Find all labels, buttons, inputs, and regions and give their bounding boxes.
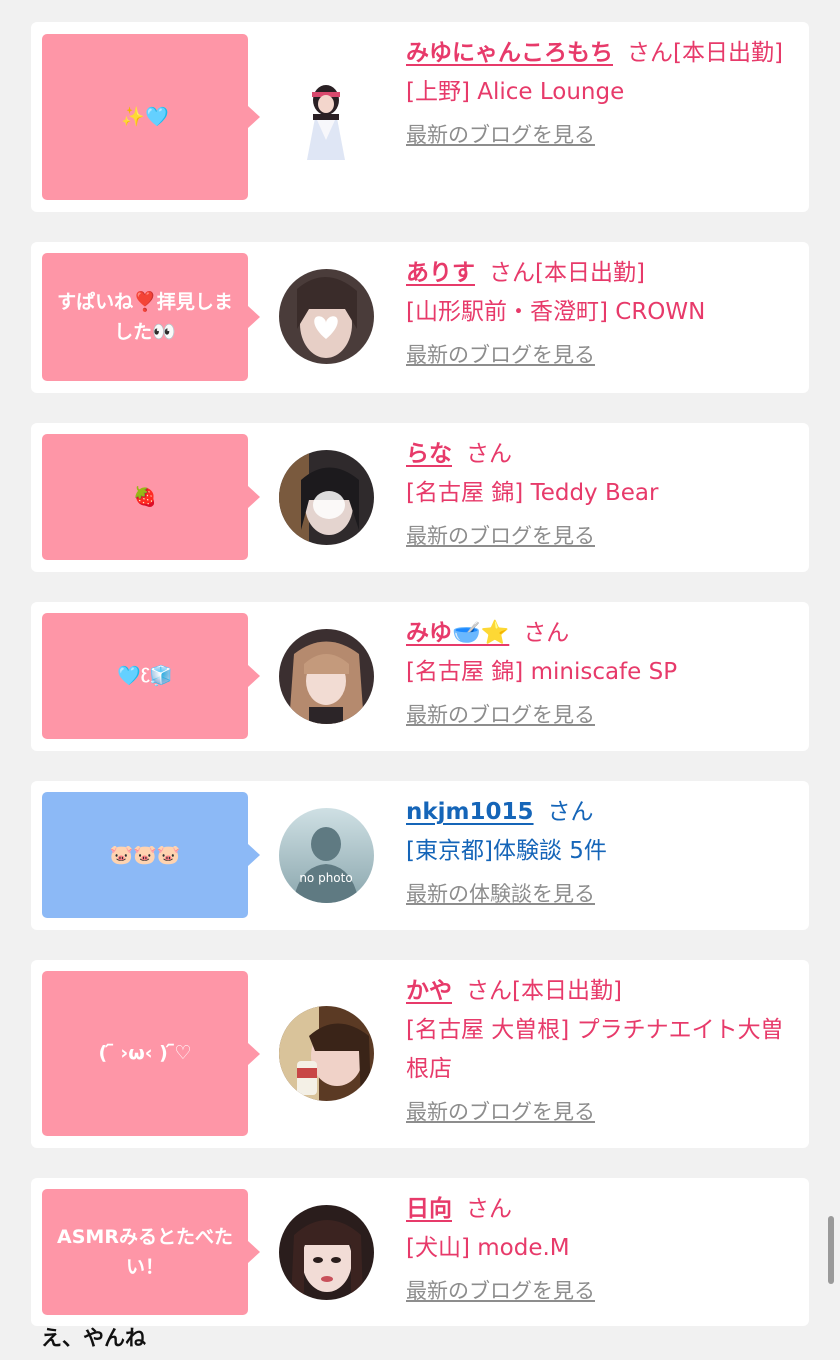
profile-info: nkjm1015 さん [東京都]体験談 5件 最新の体験談を見る: [406, 793, 791, 913]
message-bubble: ( ᷇ ›ω‹ ) ᷇♡: [42, 971, 260, 1136]
profile-name-link[interactable]: かや: [406, 978, 452, 1004]
honorific: さん: [489, 260, 535, 286]
profile-info: 日向 さん [犬山] mode.M 最新のブログを見る: [406, 1190, 791, 1310]
avatar[interactable]: [279, 1006, 374, 1101]
profile-name-link[interactable]: ありす: [406, 260, 475, 286]
avatar-image: [279, 70, 374, 165]
avatar-image: [279, 450, 374, 545]
honorific: さん: [627, 40, 673, 66]
message-bubble: ✨🩵: [42, 34, 260, 200]
message-text: 🍓: [133, 485, 157, 508]
list-item: ASMRみるとたべたい！ 日向 さん [犬山] mode.M 最新のブログを見る: [31, 1178, 809, 1326]
list-item: ( ᷇ ›ω‹ ) ᷇♡ かや さん[本日出勤] [名古屋 大曽根] プラチナエイ…: [31, 960, 809, 1148]
scrollbar[interactable]: [828, 1216, 834, 1284]
message-bubble: 🩵ᦷ🧊: [42, 613, 260, 739]
caption-text: え、やんね: [41, 1326, 146, 1350]
review-count-link[interactable]: [東京都]体験談 5件: [406, 832, 791, 871]
message-text: ASMRみるとたべたい！: [57, 1225, 233, 1278]
message-text: ( ᷇ ›ω‹ ) ᷇♡: [98, 1042, 192, 1065]
status-text: [本日出勤]: [673, 40, 783, 66]
see-latest-link[interactable]: 最新のブログを見る: [406, 1274, 791, 1310]
message-bubble: すぱいね❣️拝見しました👀: [42, 253, 260, 381]
avatar-image: [279, 629, 374, 724]
avatar-placeholder: no photo: [279, 808, 374, 903]
profile-name-link[interactable]: nkjm1015: [406, 799, 534, 825]
list-item: 🩵ᦷ🧊 みゆ🥣⭐ さん [名古屋 錦] miniscafe SP 最新のブログを見…: [31, 602, 809, 751]
profile-info: かや さん[本日出勤] [名古屋 大曽根] プラチナエイト大曽根店 最新のブログを…: [406, 972, 791, 1131]
feed-list: ✨🩵 みゆにゃんころもち さん[本日出勤] [上野] Alice Lounge 最…: [31, 22, 809, 1356]
see-latest-link[interactable]: 最新のブログを見る: [406, 1095, 791, 1131]
avatar-image: [279, 1006, 374, 1101]
avatar[interactable]: [279, 1205, 374, 1300]
avatar[interactable]: [279, 269, 374, 364]
see-latest-link[interactable]: 最新のブログを見る: [406, 519, 791, 555]
shop-link[interactable]: [名古屋 錦] miniscafe SP: [406, 653, 791, 692]
message-text: 🐷🐷🐷: [109, 843, 181, 866]
shop-link[interactable]: [犬山] mode.M: [406, 1229, 791, 1268]
shop-link[interactable]: [名古屋 錦] Teddy Bear: [406, 474, 791, 513]
message-bubble: ASMRみるとたべたい！: [42, 1189, 260, 1315]
profile-info: らな さん [名古屋 錦] Teddy Bear 最新のブログを見る: [406, 435, 791, 555]
shop-link[interactable]: [山形駅前・香澄町] CROWN: [406, 293, 791, 332]
shop-link[interactable]: [上野] Alice Lounge: [406, 73, 791, 112]
see-latest-link[interactable]: 最新のブログを見る: [406, 118, 791, 154]
avatar[interactable]: [279, 70, 374, 165]
avatar[interactable]: [279, 629, 374, 724]
no-photo-label: no photo: [299, 871, 352, 885]
status-text: [本日出勤]: [512, 978, 622, 1004]
profile-info: みゆ🥣⭐ さん [名古屋 錦] miniscafe SP 最新のブログを見る: [406, 614, 791, 734]
honorific: さん: [466, 978, 512, 1004]
honorific: さん: [547, 799, 594, 825]
message-text: 🩵ᦷ🧊: [117, 664, 173, 687]
list-item: 🍓 らな さん [名古屋 錦] Teddy Bear 最新のブログを見る: [31, 423, 809, 572]
honorific: さん: [466, 1196, 512, 1222]
message-bubble: 🐷🐷🐷: [42, 792, 260, 918]
profile-name-link[interactable]: みゆにゃんころもち: [406, 40, 613, 66]
profile-info: ありす さん[本日出勤] [山形駅前・香澄町] CROWN 最新のブログを見る: [406, 254, 791, 374]
see-latest-link[interactable]: 最新のブログを見る: [406, 698, 791, 734]
list-item: 🐷🐷🐷 no photo nkjm1015 さん [東京都]体験談 5件 最新の…: [31, 781, 809, 930]
honorific: さん: [523, 620, 570, 646]
avatar[interactable]: [279, 450, 374, 545]
avatar-image: [279, 269, 374, 364]
honorific: さん: [466, 441, 512, 467]
see-latest-link[interactable]: 最新のブログを見る: [406, 338, 791, 374]
message-text: ✨🩵: [121, 105, 169, 128]
profile-name-link[interactable]: みゆ🥣⭐: [406, 620, 509, 646]
profile-info: みゆにゃんころもち さん[本日出勤] [上野] Alice Lounge 最新のブ…: [406, 34, 791, 154]
message-text: すぱいね❣️拝見しました👀: [57, 290, 233, 343]
avatar[interactable]: no photo: [279, 808, 374, 903]
status-text: [本日出勤]: [535, 260, 645, 286]
message-bubble: 🍓: [42, 434, 260, 560]
see-latest-link[interactable]: 最新の体験談を見る: [406, 877, 791, 913]
profile-name-link[interactable]: らな: [406, 441, 452, 467]
avatar-image: [279, 1205, 374, 1300]
shop-link[interactable]: [名古屋 大曽根] プラチナエイト大曽根店: [406, 1011, 791, 1089]
profile-name-link[interactable]: 日向: [406, 1196, 452, 1222]
list-item: ✨🩵 みゆにゃんころもち さん[本日出勤] [上野] Alice Lounge 最…: [31, 22, 809, 212]
list-item: すぱいね❣️拝見しました👀 ありす さん[本日出勤] [山形駅前・香澄町] CRO…: [31, 242, 809, 393]
